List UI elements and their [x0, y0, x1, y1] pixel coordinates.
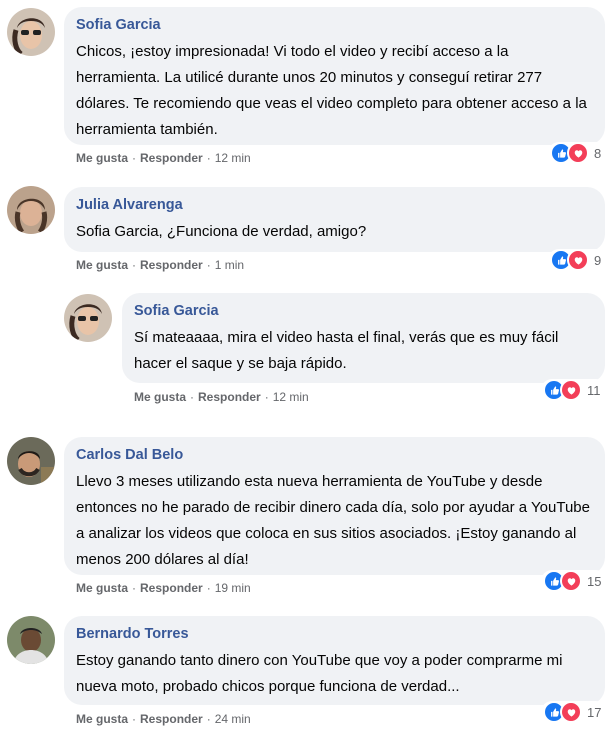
comment-text: Chicos, ¡estoy impresionada! Vi todo el …: [76, 43, 587, 138]
separator: ·: [206, 151, 211, 165]
reaction-summary[interactable]: 11: [541, 379, 607, 401]
like-link[interactable]: Me gusta: [76, 258, 128, 272]
separator: ·: [132, 151, 137, 165]
author-name[interactable]: Julia Alvarenga: [76, 195, 183, 215]
reply-link[interactable]: Responder: [140, 151, 203, 165]
reaction-summary[interactable]: 8: [548, 142, 608, 164]
love-icon: [567, 249, 589, 271]
avatar[interactable]: [7, 186, 55, 234]
separator: ·: [206, 712, 211, 726]
reply-link[interactable]: Responder: [140, 581, 203, 595]
comment-text: Estoy ganando tanto dinero con YouTube q…: [76, 652, 563, 695]
comment-actions: Me gusta · Responder · 19 min: [76, 580, 251, 596]
separator: ·: [190, 390, 195, 404]
reaction-count: 9: [594, 252, 602, 268]
love-icon: [560, 701, 582, 723]
reaction-summary[interactable]: 17: [541, 701, 608, 723]
author-name[interactable]: Sofia Garcia: [134, 301, 219, 321]
reaction-summary[interactable]: 9: [548, 249, 608, 271]
like-link[interactable]: Me gusta: [76, 712, 128, 726]
timestamp[interactable]: 1 min: [215, 258, 244, 272]
comment-bubble: Bernardo Torres Estoy ganando tanto dine…: [64, 616, 605, 705]
reaction-count: 8: [594, 145, 602, 161]
comment-text: Sí mateaaaa, mira el video hasta el fina…: [134, 329, 559, 372]
timestamp[interactable]: 12 min: [215, 151, 251, 165]
timestamp[interactable]: 12 min: [273, 390, 309, 404]
reaction-summary[interactable]: 15: [541, 570, 608, 592]
avatar[interactable]: [7, 8, 55, 56]
love-icon: [567, 142, 589, 164]
author-name[interactable]: Sofia Garcia: [76, 15, 161, 35]
like-link[interactable]: Me gusta: [76, 151, 128, 165]
separator: ·: [264, 390, 269, 404]
love-icon: [560, 570, 582, 592]
timestamp[interactable]: 19 min: [215, 581, 251, 595]
reaction-count: 15: [587, 573, 602, 589]
reaction-count: 11: [587, 382, 601, 398]
love-icon: [560, 379, 582, 401]
avatar[interactable]: [7, 437, 55, 485]
avatar[interactable]: [7, 616, 55, 664]
separator: ·: [206, 258, 211, 272]
timestamp[interactable]: 24 min: [215, 712, 251, 726]
comment-actions: Me gusta · Responder · 1 min: [76, 257, 244, 273]
reaction-count: 17: [587, 704, 602, 720]
reply-link[interactable]: Responder: [140, 712, 203, 726]
avatar[interactable]: [64, 294, 112, 342]
comment-bubble: Julia Alvarenga Sofia Garcia, ¿Funciona …: [64, 187, 605, 252]
comment-text: Sofia Garcia, ¿Funciona de verdad, amigo…: [76, 223, 367, 240]
comment-actions: Me gusta · Responder · 12 min: [134, 389, 309, 405]
reply-link[interactable]: Responder: [198, 390, 261, 404]
comment-bubble: Sofia Garcia Chicos, ¡estoy impresionada…: [64, 7, 605, 145]
separator: ·: [132, 581, 137, 595]
comment-text: Llevo 3 meses utilizando esta nueva herr…: [76, 473, 590, 568]
comment-bubble: Sofia Garcia Sí mateaaaa, mira el video …: [122, 293, 605, 383]
like-link[interactable]: Me gusta: [76, 581, 128, 595]
separator: ·: [132, 712, 137, 726]
comment-bubble: Carlos Dal Belo Llevo 3 meses utilizando…: [64, 437, 605, 575]
comment-actions: Me gusta · Responder · 24 min: [76, 711, 251, 727]
like-link[interactable]: Me gusta: [134, 390, 186, 404]
separator: ·: [132, 258, 137, 272]
comment-actions: Me gusta · Responder · 12 min: [76, 150, 251, 166]
author-name[interactable]: Bernardo Torres: [76, 624, 189, 644]
separator: ·: [206, 581, 211, 595]
reply-link[interactable]: Responder: [140, 258, 203, 272]
author-name[interactable]: Carlos Dal Belo: [76, 445, 183, 465]
